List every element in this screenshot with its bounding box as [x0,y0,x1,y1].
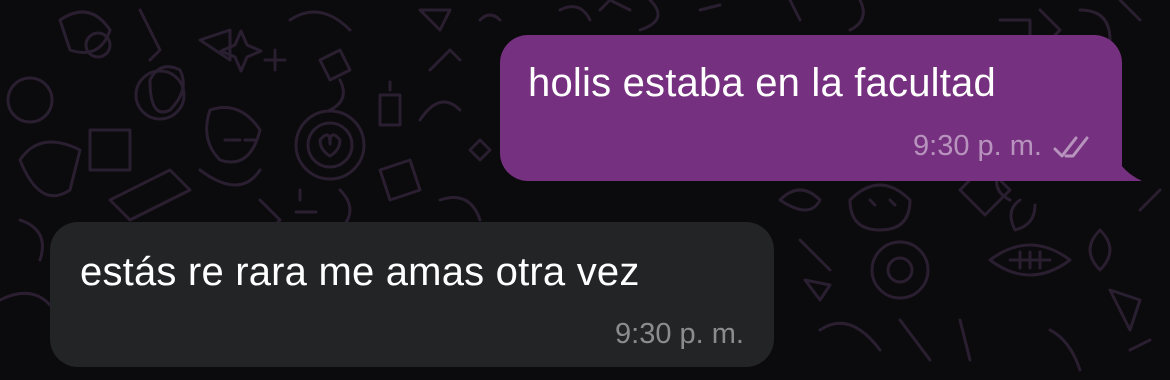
outgoing-message-bubble[interactable]: holis estaba en la facultad 9:30 p. m. [500,35,1142,181]
message-timestamp: 9:30 p. m. [913,130,1042,162]
message-meta: 9:30 p. m. [615,318,744,351]
message-meta: 9:30 p. m. [913,130,1092,163]
incoming-message-bubble[interactable]: estás re rara me amas otra vez 9:30 p. m… [50,222,774,367]
message-timestamp: 9:30 p. m. [615,318,744,350]
read-double-check-icon [1053,136,1089,157]
bubble-tail [1102,141,1142,181]
message-text: holis estaba en la facultad [528,61,996,105]
message-text: estás re rara me amas otra vez [80,250,640,294]
